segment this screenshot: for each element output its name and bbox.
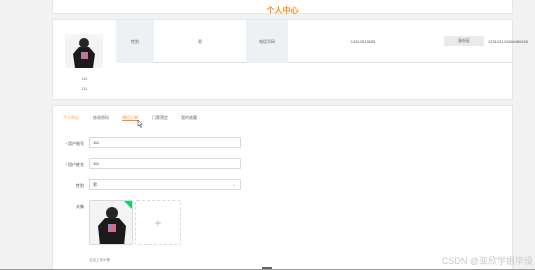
- upload-hint: 点击上传头像: [89, 258, 110, 262]
- phone-value: 13513513555: [350, 39, 376, 44]
- tab-booking-orders[interactable]: 预约订单: [122, 115, 138, 121]
- profile-avatar-column: 111 111: [53, 20, 116, 99]
- avatar-label: 头像: [76, 204, 84, 209]
- name-label: * 用户姓名: [65, 162, 84, 167]
- gender-value: 男: [198, 38, 202, 44]
- tab-ticket-booking[interactable]: 门票预定: [152, 115, 168, 121]
- page-title: 个人中心: [266, 6, 299, 15]
- id-number-value: 123123123456456456: [488, 39, 529, 44]
- name-input[interactable]: 111: [89, 158, 241, 169]
- account-label: * 用户账号: [65, 141, 84, 146]
- profile-form-card: 个人中心 修改密码 预约订单 门票预定 我的收藏 * 用户账号 111 * 用户…: [52, 105, 513, 270]
- uploaded-avatar-image: [90, 201, 132, 244]
- id-card-button[interactable]: 身份证: [444, 36, 484, 46]
- page-header: 个人中心: [52, 0, 513, 15]
- gender-form-label: 性别: [76, 183, 84, 188]
- profile-info-row: 性别 男 电话号码 13513513555 身份证 12312312345645…: [116, 20, 529, 63]
- tab-personal-center[interactable]: 个人中心: [63, 115, 79, 121]
- gender-select[interactable]: 男 ⌄: [89, 179, 241, 190]
- scroll-indicator: [262, 267, 272, 269]
- avatar-photo: [65, 34, 103, 68]
- plus-icon: +: [154, 215, 162, 230]
- profile-username: 111: [81, 76, 88, 81]
- mouse-cursor-icon: [137, 120, 143, 128]
- account-input[interactable]: 111: [89, 137, 241, 148]
- profile-fullname: 111: [81, 86, 88, 91]
- gender-label: 性别: [116, 20, 154, 63]
- chevron-down-icon: ⌄: [231, 182, 236, 188]
- phone-label: 电话号码: [246, 20, 288, 63]
- watermark: CSDN @亚欣学姐毕设: [441, 256, 533, 266]
- tab-my-favorites[interactable]: 我的收藏: [181, 115, 197, 121]
- uploaded-avatar[interactable]: [89, 200, 133, 245]
- tab-change-password[interactable]: 修改密码: [93, 115, 109, 121]
- profile-summary-card: 111 111 性别 男 电话号码 13513513555 身份证 123123…: [52, 19, 529, 100]
- upload-plus-button[interactable]: +: [135, 200, 181, 245]
